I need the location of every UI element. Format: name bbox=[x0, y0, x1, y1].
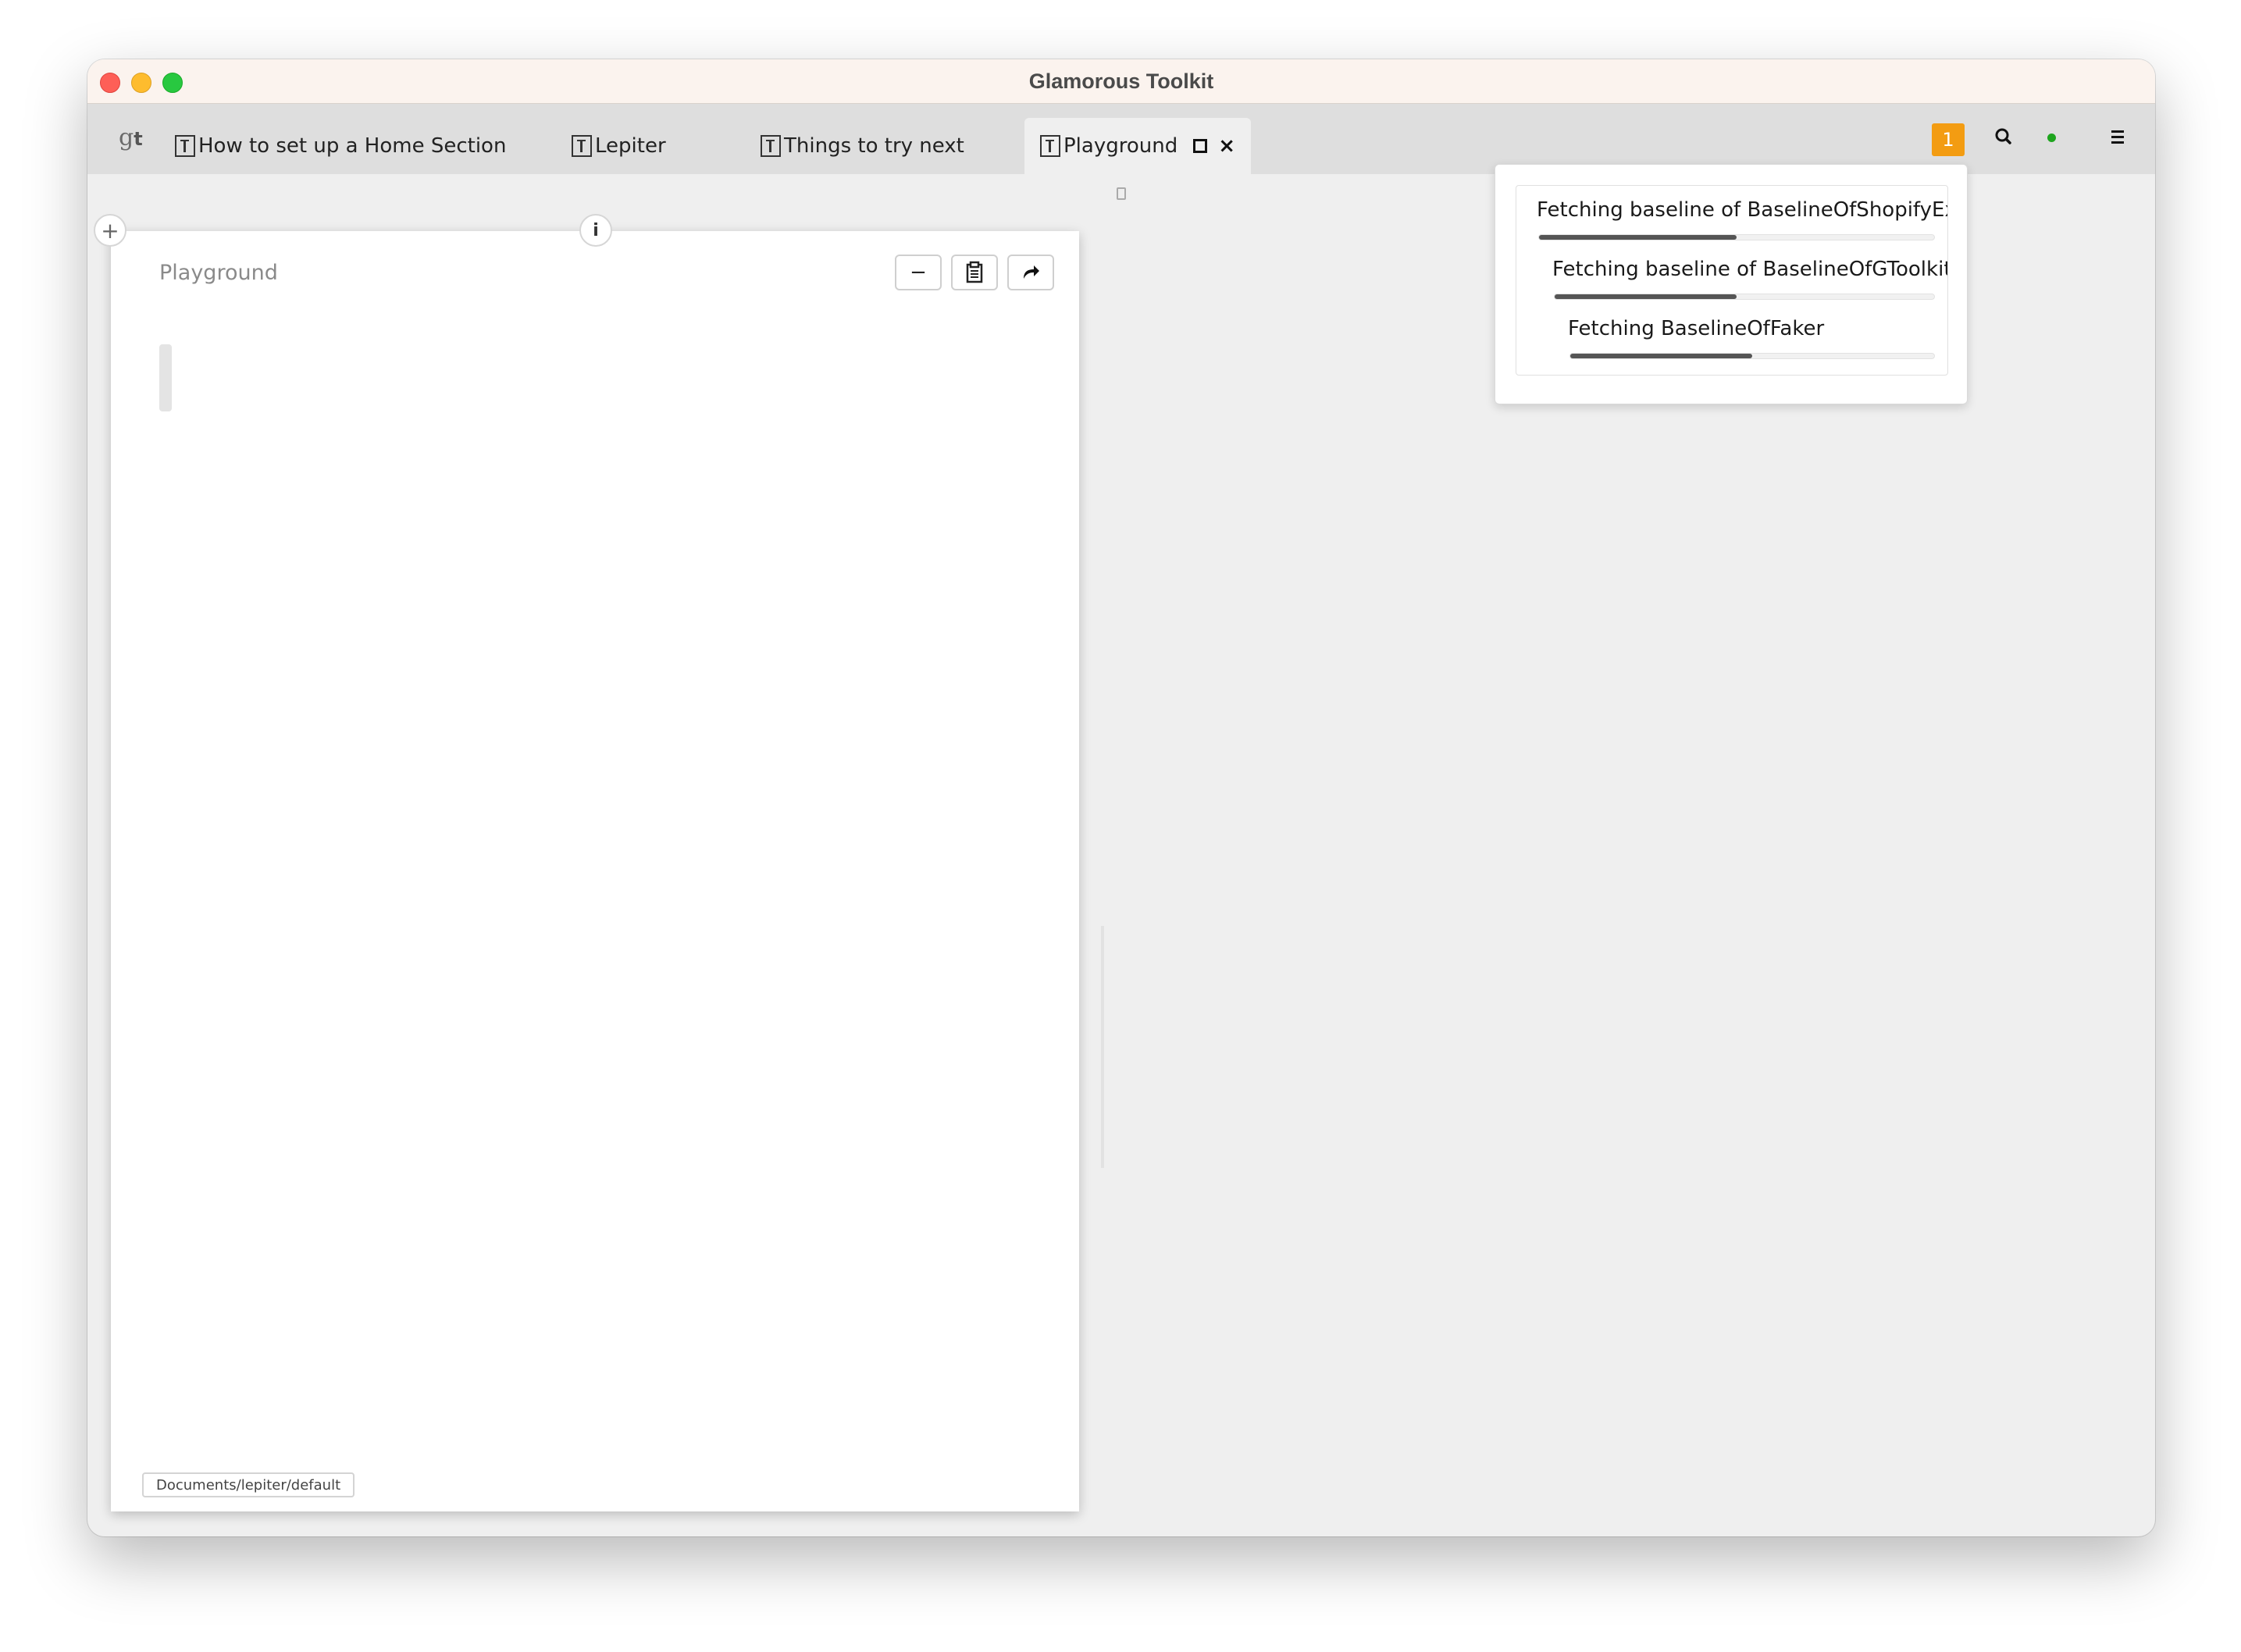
share-arrow-icon bbox=[1024, 265, 1039, 279]
app-window: Glamorous Toolkit gt How to set up a Hom… bbox=[87, 59, 2155, 1536]
tab-playground[interactable]: Playground × bbox=[1024, 118, 1251, 174]
tab-things-to-try-next[interactable]: Things to try next bbox=[761, 118, 964, 174]
job-progress-fill bbox=[1539, 235, 1737, 240]
tab-lepiter[interactable]: Lepiter bbox=[572, 118, 666, 174]
close-tab-icon[interactable]: × bbox=[1218, 134, 1235, 158]
job-progress-fill bbox=[1570, 354, 1752, 358]
status-indicator-icon bbox=[2047, 134, 2056, 142]
job-progress-bar bbox=[1538, 234, 1935, 240]
minus-icon: − bbox=[910, 261, 927, 284]
search-icon[interactable] bbox=[1988, 121, 2019, 152]
gt-logo[interactable]: gt bbox=[119, 124, 143, 151]
database-label[interactable]: Documents/lepiter/default bbox=[142, 1472, 355, 1497]
title-bar: Glamorous Toolkit bbox=[87, 59, 2155, 104]
add-page-button[interactable]: + bbox=[94, 214, 126, 247]
tab-label: Playground bbox=[1063, 134, 1178, 158]
menu-icon[interactable] bbox=[2102, 121, 2133, 152]
document-icon bbox=[175, 135, 195, 157]
share-button[interactable] bbox=[1007, 255, 1054, 290]
page-title: Playground bbox=[159, 261, 278, 285]
info-button[interactable]: i bbox=[579, 214, 612, 247]
jobs-popup: Fetching baseline of BaselineOfShopifyEx… bbox=[1495, 164, 1968, 404]
job-progress-bar bbox=[1569, 353, 1935, 359]
window-title: Glamorous Toolkit bbox=[1028, 69, 1214, 93]
clipboard-icon bbox=[966, 261, 983, 283]
tab-label: Things to try next bbox=[784, 134, 964, 158]
job-label: Fetching baseline of BaselineOfShopifyEx… bbox=[1537, 198, 1948, 222]
notification-badge[interactable]: 1 bbox=[1932, 123, 1965, 156]
tab-how-to-set-up-home[interactable]: How to set up a Home Section bbox=[175, 118, 506, 174]
maximize-tab-icon[interactable] bbox=[1193, 139, 1208, 153]
jobs-list: Fetching baseline of BaselineOfShopifyEx… bbox=[1516, 185, 1948, 376]
page-scrollbar[interactable] bbox=[1101, 926, 1104, 1168]
playground-page: Playground − Documents/lepiter/default bbox=[111, 231, 1104, 1511]
empty-snippet[interactable] bbox=[159, 344, 172, 411]
job-label: Fetching baseline of BaselineOfGToolkit4… bbox=[1552, 258, 1948, 281]
tab-label: How to set up a Home Section bbox=[198, 134, 507, 158]
document-icon bbox=[761, 135, 781, 157]
tab-label: Lepiter bbox=[595, 134, 666, 158]
job-label: Fetching BaselineOfFaker bbox=[1568, 317, 1825, 340]
job-progress-bar bbox=[1554, 294, 1935, 300]
pane-resize-handle[interactable] bbox=[1117, 187, 1126, 200]
document-icon bbox=[1040, 135, 1060, 157]
collapse-button[interactable]: − bbox=[895, 255, 942, 290]
document-icon bbox=[572, 135, 592, 157]
clipboard-button[interactable] bbox=[951, 255, 998, 290]
job-progress-fill bbox=[1555, 294, 1737, 299]
